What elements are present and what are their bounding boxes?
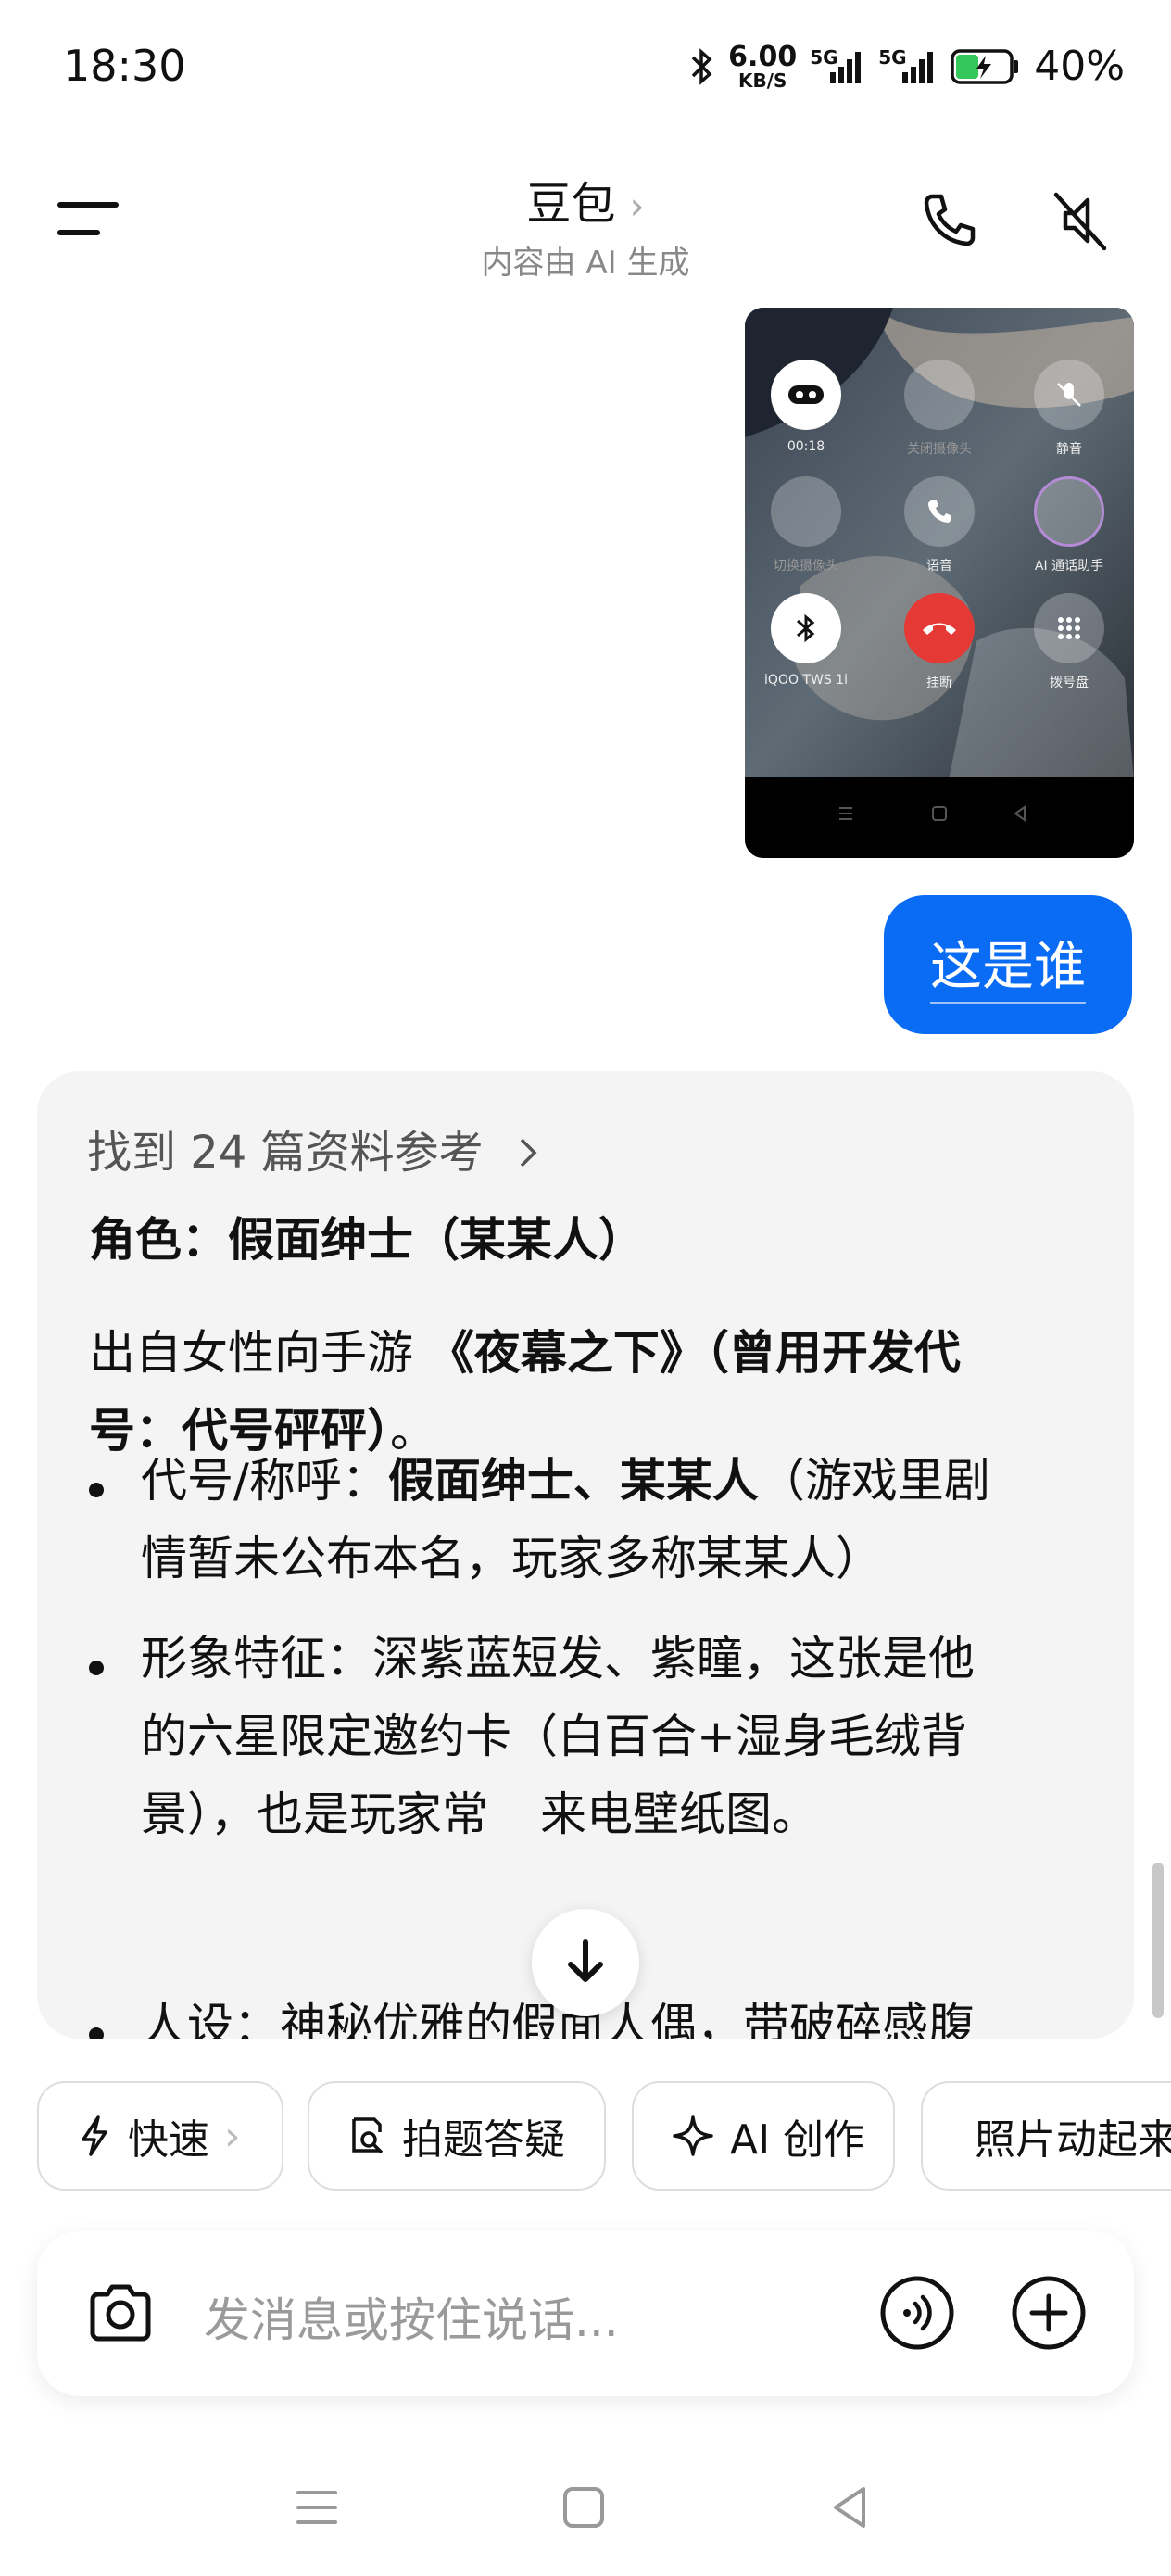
switch-camera-label: 切换摄像头	[774, 559, 838, 574]
header-title-block[interactable]: 豆包 › 内容由 AI 生成	[0, 167, 1171, 283]
back-icon[interactable]	[823, 2480, 878, 2535]
title-chevron-icon: ›	[629, 185, 645, 228]
sparkle-icon	[673, 2115, 713, 2156]
switch-camera-button	[771, 476, 841, 547]
image-message[interactable]: 00:18 关闭摄像头 静音 切换摄像头 语音 AI 通话助手 iQOO TWS…	[745, 308, 1134, 858]
image-nav-strip	[745, 777, 1134, 858]
alias-note-line1: （游戏里剧	[758, 1454, 990, 1508]
references-link[interactable]: 找到 24 篇资料参考	[87, 1116, 542, 1181]
camera-off-label: 关闭摄像头	[907, 442, 972, 457]
scroll-to-bottom-button[interactable]	[532, 1909, 639, 2016]
recording-icon	[788, 385, 824, 404]
bluetooth-icon	[691, 47, 712, 85]
mic-off-icon	[1057, 383, 1081, 407]
voice-wave-icon[interactable]	[878, 2274, 956, 2352]
speaker-muted-icon[interactable]	[1045, 185, 1115, 256]
hangup-label: 挂断	[926, 676, 952, 690]
user-message-text: 这是谁	[930, 925, 1086, 1004]
chip-fast-mode[interactable]: 快速 ›	[37, 2081, 283, 2191]
character-heading-name: 假面绅士（某某人）	[228, 1213, 645, 1267]
alias-names: 假面绅士、某某人	[387, 1454, 759, 1508]
message-input-bar: 发消息或按住说话...	[37, 2231, 1134, 2396]
chip-animate-photo[interactable]: 照片动起来	[921, 2081, 1171, 2191]
chevron-right-icon	[520, 1138, 537, 1168]
appearance-line3: 景），也是玩家常	[141, 1787, 488, 1841]
appearance-line1: 形象特征：深紫蓝短发、紫瞳，这张是他	[141, 1632, 975, 1686]
voice-label: 语音	[926, 559, 952, 574]
bluetooth-device-label: iQOO TWS 1i	[764, 673, 848, 688]
chip-ai-create[interactable]: AI 创作	[632, 2081, 895, 2191]
signal-sim2: 5G	[878, 46, 938, 87]
add-icon[interactable]	[1010, 2274, 1088, 2352]
references-text: 找到 24 篇资料参考	[87, 1127, 484, 1179]
net-speed-value: 6.00	[728, 40, 798, 73]
home-icon[interactable]	[556, 2480, 611, 2535]
dialpad-icon	[1058, 617, 1080, 639]
mute-label: 静音	[1056, 442, 1082, 457]
chip-animate-photo-label: 照片动起来	[975, 2116, 1171, 2164]
camera-icon[interactable]	[83, 2276, 157, 2350]
chip-photo-question-label: 拍题答疑	[402, 2116, 565, 2164]
camera-off-button	[904, 360, 975, 430]
character-heading: 角色：假面绅士（某某人）	[89, 1201, 1086, 1279]
recent-apps-icon[interactable]	[289, 2480, 345, 2535]
battery-charging-icon	[951, 48, 1019, 84]
message-input[interactable]: 发消息或按住说话...	[204, 2283, 619, 2350]
status-time: 18:30	[63, 41, 186, 91]
phone-icon	[928, 500, 951, 523]
ai-call-assistant-label: AI 通话助手	[1034, 559, 1104, 574]
alias-label: 代号/称呼：	[141, 1454, 388, 1508]
signal-bars-icon	[902, 51, 934, 83]
net-speed-unit: KB/S	[737, 69, 787, 92]
alias-note-line2: 情暂未公布本名，玩家多称某某人）	[141, 1532, 882, 1585]
assistant-message-card: 找到 24 篇资料参考 角色：假面绅士（某某人） 出自女性向手游 《夜幕之下》（…	[37, 1071, 1134, 2039]
status-icons: 6.00 KB/S 5G 5G 40%	[687, 43, 1125, 90]
chip-photo-question[interactable]: 拍题答疑	[308, 2081, 606, 2191]
appearance-line3-end: 来电壁纸图。	[540, 1787, 818, 1841]
chip-ai-create-label: AI 创作	[730, 2116, 865, 2164]
bullet-dot	[89, 1661, 104, 1675]
appearance-line2: 的六星限定邀约卡（白百合+湿身毛绒背	[141, 1710, 967, 1763]
bullet-appearance: 形象特征：深紫蓝短发、紫瞳，这张是他 的六星限定邀约卡（白百合+湿身毛绒背 景）…	[141, 1620, 1086, 1853]
ai-generated-notice: 内容由 AI 生成	[481, 245, 690, 282]
bluetooth-icon	[797, 613, 815, 643]
chip-fast-label: 快速	[128, 2116, 209, 2164]
ai-call-assistant-button	[1034, 476, 1104, 547]
arrow-down-icon	[568, 1939, 603, 1982]
bullet-alias: 代号/称呼：假面绅士、某某人（游戏里剧情暂未公布本名，玩家多称某某人）	[141, 1442, 1086, 1597]
scrollbar[interactable]	[1152, 1863, 1164, 2018]
battery-percent: 40%	[1034, 43, 1125, 90]
call-timer: 00:18	[787, 439, 825, 454]
bullet-dot	[89, 1483, 104, 1497]
character-heading-label: 角色：	[89, 1213, 228, 1267]
net-speed: 6.00 KB/S	[728, 40, 798, 92]
dialpad-label: 拨号盘	[1050, 676, 1089, 690]
chip-chevron-icon: ›	[224, 2112, 241, 2160]
signal-sim1: 5G	[810, 46, 865, 87]
phone-call-icon[interactable]	[913, 185, 984, 256]
bullet-dot	[89, 2027, 104, 2039]
bolt-icon	[82, 2115, 107, 2156]
page-title-text: 豆包	[526, 178, 616, 230]
hangup-icon	[923, 623, 956, 635]
origin-prefix: 出自女性向手游	[89, 1326, 428, 1380]
photo-search-icon	[352, 2117, 384, 2154]
mini-nav-icons	[839, 805, 1026, 822]
signal-bars-icon	[830, 51, 862, 83]
user-message-bubble[interactable]: 这是谁	[884, 895, 1132, 1034]
page-title: 豆包 ›	[0, 167, 1171, 232]
origin-game-title-line1: 《夜幕之下》（曾用开发代	[427, 1326, 961, 1380]
